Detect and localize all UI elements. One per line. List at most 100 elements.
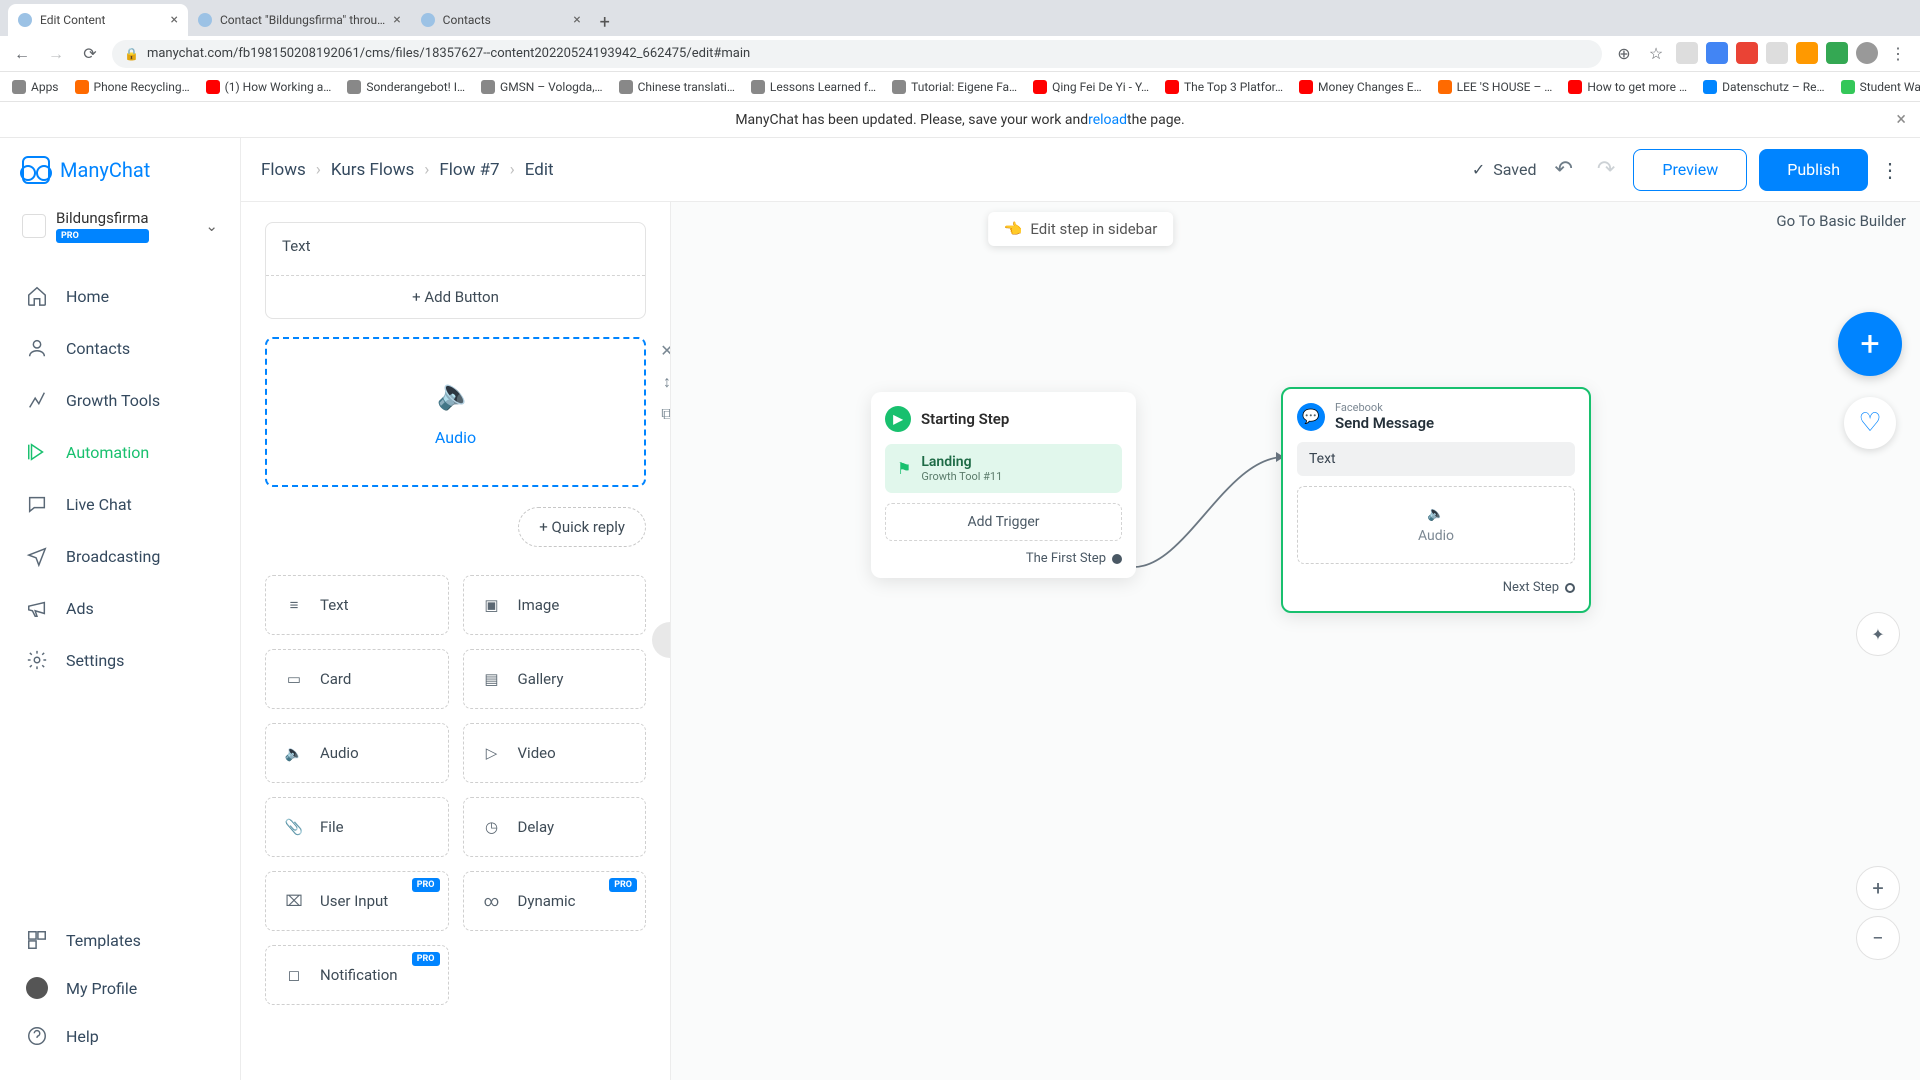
go-basic-builder-link[interactable]: Go To Basic Builder [1776, 212, 1906, 230]
text-block[interactable]: Text + Add Button [265, 222, 646, 319]
nav-contacts[interactable]: Contacts [0, 322, 240, 374]
duplicate-block-button[interactable]: ⧉ [656, 403, 671, 425]
editor-header: Flows› Kurs Flows› Flow #7› Edit ✓ Saved… [241, 138, 1920, 202]
node-audio-block[interactable]: 🔈 Audio [1297, 486, 1575, 564]
bookmark-item[interactable]: (1) How Working a… [206, 80, 332, 94]
close-icon[interactable]: × [393, 12, 400, 28]
add-quick-reply-button[interactable]: + Quick reply [518, 507, 646, 547]
nav-help[interactable]: Help [0, 1012, 240, 1060]
palette-text[interactable]: ≡Text [265, 575, 449, 635]
zoom-icon[interactable]: ⊕ [1612, 42, 1636, 66]
brand-logo[interactable]: ManyChat [0, 138, 240, 202]
palette-video[interactable]: ▷Video [463, 723, 647, 783]
bookmark-item[interactable]: Lessons Learned f… [751, 80, 876, 94]
bookmark-item[interactable]: Datenschutz – Re… [1703, 80, 1825, 94]
palette-notification[interactable]: ◻NotificationPRO [265, 945, 449, 1005]
extension-icon[interactable] [1676, 42, 1698, 64]
edit-step-pill[interactable]: 👈 Edit step in sidebar [988, 212, 1174, 246]
palette-gallery[interactable]: ▤Gallery [463, 649, 647, 709]
tab-favicon [421, 13, 435, 27]
add-button-action[interactable]: + Add Button [266, 275, 645, 318]
output-next-step[interactable]: Next Step [1297, 580, 1575, 595]
output-first-step[interactable]: The First Step [885, 551, 1122, 566]
node-starting-step[interactable]: ▶ Starting Step ⚑ Landing Growth Tool #1… [871, 392, 1136, 578]
nav-ads[interactable]: Ads [0, 582, 240, 634]
browser-tab[interactable]: Contacts × [411, 4, 591, 36]
bookmark-item[interactable]: LEE 'S HOUSE – … [1438, 80, 1553, 94]
nav-automation[interactable]: Automation [0, 426, 240, 478]
menu-icon[interactable]: ⋮ [1886, 42, 1910, 66]
star-icon[interactable]: ☆ [1644, 42, 1668, 66]
trigger-landing[interactable]: ⚑ Landing Growth Tool #11 [885, 444, 1122, 493]
palette-dynamic[interactable]: ∞DynamicPRO [463, 871, 647, 931]
output-port[interactable] [1112, 554, 1122, 564]
nav-growth-tools[interactable]: Growth Tools [0, 374, 240, 426]
reload-button[interactable]: ⟳ [78, 42, 102, 66]
publish-button[interactable]: Publish [1759, 149, 1868, 191]
node-send-message[interactable]: 💬 Facebook Send Message Text 🔈 Audio [1281, 387, 1591, 613]
nav-home[interactable]: Home [0, 270, 240, 322]
nav-templates[interactable]: Templates [0, 916, 240, 964]
move-block-button[interactable]: ↕ [656, 371, 671, 393]
palette-image[interactable]: ▣Image [463, 575, 647, 635]
back-button[interactable]: ← [10, 42, 34, 66]
extension-icon[interactable] [1706, 42, 1728, 64]
workspace-switcher[interactable]: Bildungsfirma PRO ⌄ [0, 202, 240, 250]
palette-file[interactable]: 📎File [265, 797, 449, 857]
bookmark-item[interactable]: Money Changes E… [1299, 80, 1422, 94]
bookmark-item[interactable]: GMSN – Vologda,… [481, 80, 603, 94]
apps-button[interactable]: Apps [12, 80, 59, 94]
redo-button[interactable]: ↷ [1591, 157, 1621, 182]
bookmark-item[interactable]: Student Wants an… [1841, 80, 1920, 94]
crumb[interactable]: Flow #7 [439, 160, 499, 180]
palette-user-input[interactable]: ⌧User InputPRO [265, 871, 449, 931]
close-icon[interactable]: × [573, 12, 580, 28]
zoom-in-button[interactable]: + [1856, 866, 1900, 910]
palette-audio[interactable]: 🔈Audio [265, 723, 449, 783]
bookmark-item[interactable]: Sonderangebot! I… [347, 80, 465, 94]
auto-layout-button[interactable]: ✦ [1856, 612, 1900, 656]
profile-avatar[interactable] [1856, 42, 1878, 64]
node-text-block[interactable]: Text [1297, 442, 1575, 476]
audio-block-selected[interactable]: 🔈 Audio [265, 337, 646, 487]
reload-link[interactable]: reload [1088, 112, 1127, 128]
forward-button[interactable]: → [44, 42, 68, 66]
bookmark-item[interactable]: Qing Fei De Yi - Y… [1033, 80, 1149, 94]
nav-live-chat[interactable]: Live Chat [0, 478, 240, 530]
nav-settings[interactable]: Settings [0, 634, 240, 686]
palette-delay[interactable]: ◷Delay [463, 797, 647, 857]
flow-canvas[interactable]: Go To Basic Builder + ♡ ✦ + − [671, 202, 1920, 1080]
close-icon[interactable]: × [1896, 109, 1906, 130]
notification-icon: ◻ [282, 966, 306, 984]
more-menu-button[interactable]: ⋮ [1880, 149, 1900, 191]
output-port[interactable] [1565, 583, 1575, 593]
preview-button[interactable]: Preview [1633, 149, 1747, 191]
palette-card[interactable]: ▭Card [265, 649, 449, 709]
nav-broadcasting[interactable]: Broadcasting [0, 530, 240, 582]
browser-tab[interactable]: Edit Content × [8, 4, 188, 36]
nav-my-profile[interactable]: My Profile [0, 964, 240, 1012]
close-icon[interactable]: × [171, 12, 178, 28]
undo-button[interactable]: ↶ [1548, 157, 1578, 182]
bookmark-item[interactable]: Phone Recycling… [75, 80, 190, 94]
add-trigger-button[interactable]: Add Trigger [885, 503, 1122, 541]
address-bar[interactable]: 🔒 manychat.com/fb198150208192061/cms/fil… [112, 40, 1602, 68]
add-step-fab[interactable]: + [1838, 312, 1902, 376]
collapse-panel-button[interactable] [652, 622, 671, 658]
favorite-fab[interactable]: ♡ [1844, 397, 1896, 449]
bookmark-item[interactable]: Tutorial: Eigene Fa… [892, 80, 1017, 94]
new-tab-button[interactable]: + [591, 8, 619, 36]
delete-block-button[interactable]: ✕ [656, 339, 671, 361]
extension-icon[interactable] [1826, 42, 1848, 64]
extension-icon[interactable] [1766, 42, 1788, 64]
bookmark-item[interactable]: The Top 3 Platfor… [1165, 80, 1283, 94]
browser-tab[interactable]: Contact "Bildungsfirma" throu… × [188, 4, 411, 36]
crumb[interactable]: Flows [261, 160, 306, 180]
extension-icon[interactable] [1736, 42, 1758, 64]
crumb[interactable]: Kurs Flows [331, 160, 414, 180]
bookmark-item[interactable]: How to get more … [1568, 80, 1687, 94]
zoom-out-button[interactable]: − [1856, 916, 1900, 960]
bookmark-item[interactable]: Chinese translati… [619, 80, 735, 94]
extension-icon[interactable] [1796, 42, 1818, 64]
lock-icon: 🔒 [124, 47, 139, 61]
